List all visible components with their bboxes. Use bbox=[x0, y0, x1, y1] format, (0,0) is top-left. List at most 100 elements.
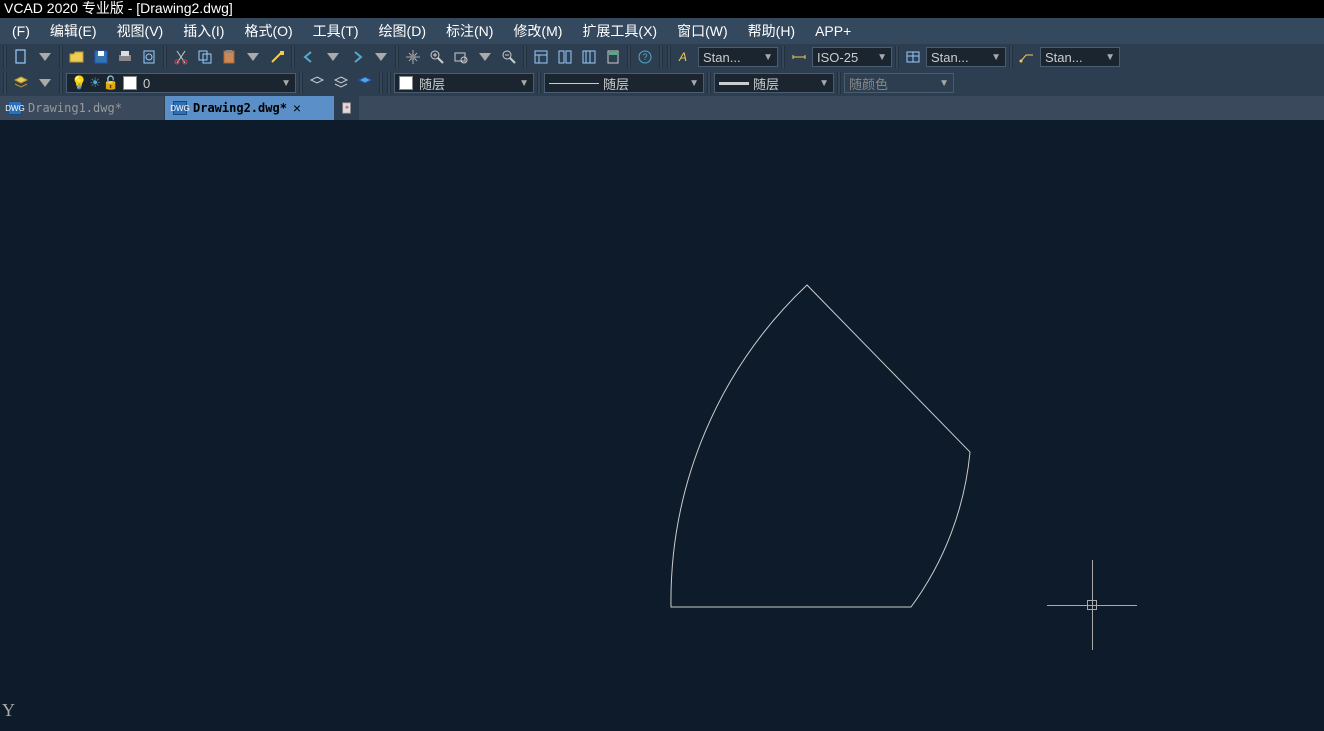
zoom-realtime-button[interactable] bbox=[426, 46, 448, 68]
layer-dropdown[interactable]: 💡 ☀ 🔓 0 ▼ bbox=[66, 73, 296, 93]
lineweight-dropdown[interactable]: 随层 ▼ bbox=[714, 73, 834, 93]
lightbulb-icon: 💡 bbox=[71, 75, 87, 91]
separator bbox=[3, 72, 7, 94]
match-properties-button[interactable] bbox=[266, 46, 288, 68]
separator bbox=[1009, 46, 1013, 68]
separator bbox=[59, 72, 63, 94]
svg-text:A: A bbox=[678, 50, 687, 64]
zoom-previous-button[interactable] bbox=[498, 46, 520, 68]
preview-button[interactable] bbox=[138, 46, 160, 68]
tab-drawing2[interactable]: DWG Drawing2.dwg* × bbox=[165, 96, 335, 120]
separator bbox=[627, 46, 631, 68]
help-button[interactable]: ? bbox=[634, 46, 656, 68]
color-swatch bbox=[399, 76, 413, 90]
layer-states-button[interactable] bbox=[330, 72, 352, 94]
lineweight-value: 随层 bbox=[753, 74, 817, 93]
zoom-window-button[interactable] bbox=[450, 46, 472, 68]
zoom-dropdown[interactable] bbox=[474, 46, 496, 68]
separator bbox=[895, 46, 899, 68]
separator bbox=[537, 72, 541, 94]
text-style-icon[interactable]: A bbox=[674, 46, 696, 68]
separator bbox=[379, 72, 383, 94]
separator bbox=[837, 72, 841, 94]
redo-button[interactable] bbox=[346, 46, 368, 68]
save-button[interactable] bbox=[90, 46, 112, 68]
chevron-down-icon: ▼ bbox=[819, 78, 829, 89]
pan-button[interactable] bbox=[402, 46, 424, 68]
table-style-icon[interactable] bbox=[902, 46, 924, 68]
chevron-down-icon: ▼ bbox=[991, 52, 1001, 63]
menu-view[interactable]: 视图(V) bbox=[107, 19, 174, 43]
menu-format[interactable]: 格式(O) bbox=[234, 19, 302, 43]
mleader-style-dropdown[interactable]: Stan... ▼ bbox=[1040, 47, 1120, 67]
new-dropdown[interactable] bbox=[34, 46, 56, 68]
drawing-canvas[interactable]: Y bbox=[0, 120, 1324, 731]
title-bar: VCAD 2020 专业版 - [Drawing2.dwg] bbox=[0, 0, 1324, 18]
chevron-down-icon: ▼ bbox=[689, 78, 699, 89]
open-button[interactable] bbox=[66, 46, 88, 68]
table-style-dropdown[interactable]: Stan... ▼ bbox=[926, 47, 1006, 67]
undo-dropdown[interactable] bbox=[322, 46, 344, 68]
new-tab-button[interactable] bbox=[335, 96, 359, 120]
sun-icon: ☀ bbox=[89, 75, 101, 91]
menu-draw[interactable]: 绘图(D) bbox=[369, 19, 436, 43]
tool-palette-button[interactable] bbox=[578, 46, 600, 68]
menu-tools[interactable]: 工具(T) bbox=[303, 19, 369, 43]
print-button[interactable] bbox=[114, 46, 136, 68]
separator bbox=[3, 46, 7, 68]
tab-drawing1[interactable]: DWG Drawing1.dwg* bbox=[0, 96, 165, 120]
chevron-down-icon: ▼ bbox=[939, 78, 949, 89]
layer-dropdown-btn[interactable] bbox=[34, 72, 56, 94]
menu-insert[interactable]: 插入(I) bbox=[173, 19, 234, 43]
new-button[interactable] bbox=[10, 46, 32, 68]
menu-edit[interactable]: 编辑(E) bbox=[40, 19, 107, 43]
menu-window[interactable]: 窗口(W) bbox=[667, 19, 738, 43]
calculator-button[interactable] bbox=[602, 46, 624, 68]
separator bbox=[667, 46, 671, 68]
menu-modify[interactable]: 修改(M) bbox=[503, 19, 572, 43]
layer-manager-button[interactable] bbox=[10, 72, 32, 94]
undo-button[interactable] bbox=[298, 46, 320, 68]
chevron-down-icon: ▼ bbox=[877, 52, 887, 63]
table-style-value: Stan... bbox=[931, 50, 989, 65]
menu-file[interactable]: (F) bbox=[2, 21, 40, 41]
tab-label: Drawing2.dwg* bbox=[193, 101, 287, 115]
lock-icon: 🔓 bbox=[103, 75, 119, 91]
linetype-dropdown[interactable]: 随层 ▼ bbox=[544, 73, 704, 93]
ucs-y-axis: Y bbox=[2, 700, 15, 721]
cut-button[interactable] bbox=[170, 46, 192, 68]
layer-previous-button[interactable] bbox=[306, 72, 328, 94]
separator bbox=[395, 46, 399, 68]
redo-dropdown[interactable] bbox=[370, 46, 392, 68]
text-style-value: Stan... bbox=[703, 50, 761, 65]
separator bbox=[659, 46, 663, 68]
chevron-down-icon: ▼ bbox=[763, 52, 773, 63]
linetype-value: 随层 bbox=[603, 74, 687, 93]
mleader-style-value: Stan... bbox=[1045, 50, 1103, 65]
plotstyle-dropdown[interactable]: 随颜色 ▼ bbox=[844, 73, 954, 93]
chevron-down-icon: ▼ bbox=[281, 78, 291, 89]
menu-help[interactable]: 帮助(H) bbox=[738, 19, 805, 43]
mleader-style-icon[interactable] bbox=[1016, 46, 1038, 68]
layer-match-button[interactable] bbox=[354, 72, 376, 94]
dim-style-dropdown[interactable]: ISO-25 ▼ bbox=[812, 47, 892, 67]
menu-dim[interactable]: 标注(N) bbox=[436, 19, 503, 43]
paste-button[interactable] bbox=[218, 46, 240, 68]
separator bbox=[299, 72, 303, 94]
menu-app[interactable]: APP+ bbox=[805, 21, 861, 41]
design-center-button[interactable] bbox=[554, 46, 576, 68]
chevron-down-icon: ▼ bbox=[519, 78, 529, 89]
separator bbox=[781, 46, 785, 68]
document-tabs: DWG Drawing1.dwg* DWG Drawing2.dwg* × bbox=[0, 96, 1324, 120]
text-style-dropdown[interactable]: Stan... ▼ bbox=[698, 47, 778, 67]
menu-bar: (F) 编辑(E) 视图(V) 插入(I) 格式(O) 工具(T) 绘图(D) … bbox=[0, 18, 1324, 44]
separator bbox=[707, 72, 711, 94]
separator bbox=[163, 46, 167, 68]
menu-ext-tools[interactable]: 扩展工具(X) bbox=[572, 19, 667, 43]
properties-button[interactable] bbox=[530, 46, 552, 68]
color-dropdown[interactable]: 随层 ▼ bbox=[394, 73, 534, 93]
dim-style-icon[interactable] bbox=[788, 46, 810, 68]
copy-button[interactable] bbox=[194, 46, 216, 68]
close-icon[interactable]: × bbox=[293, 100, 301, 116]
paste-dropdown[interactable] bbox=[242, 46, 264, 68]
